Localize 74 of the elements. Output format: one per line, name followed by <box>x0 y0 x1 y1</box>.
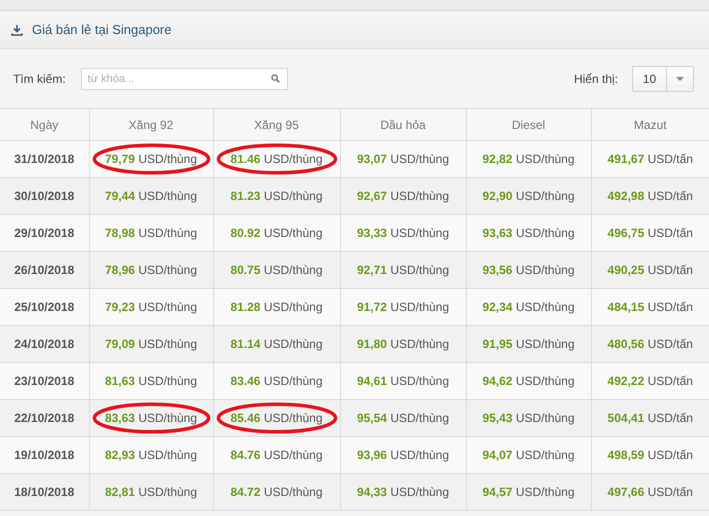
price-cell: 95,43 USD/thùng <box>482 411 575 425</box>
column-header[interactable]: Xăng 92 <box>89 109 213 140</box>
price-cell: 82,93 USD/thùng <box>104 448 198 462</box>
download-icon <box>11 24 23 36</box>
price-cell: 80.75 USD/thùng <box>230 263 323 277</box>
price-cell: 91,95 USD/thùng <box>482 337 575 351</box>
price-cell: 484,15 USD/tấn <box>608 300 693 314</box>
page-size-select[interactable]: 10 <box>632 66 694 92</box>
search-field[interactable]: từ khóa... <box>80 68 288 90</box>
date-cell: 19/10/2018 <box>0 436 89 474</box>
price-cell: 81.28 USD/thùng <box>230 300 323 314</box>
date-cell: 29/10/2018 <box>0 214 89 252</box>
column-header[interactable]: Ngày <box>0 109 89 140</box>
price-cell: 79,23 USD/thùng <box>104 300 198 314</box>
price-cell: 79,44 USD/thùng <box>104 189 198 203</box>
price-cell: 83,63 USD/thùng <box>104 411 198 425</box>
price-cell: 93,56 USD/thùng <box>482 263 575 277</box>
price-cell: 492,98 USD/tấn <box>608 189 693 203</box>
price-cell: 93,96 USD/thùng <box>356 448 450 462</box>
price-cell: 85.46 USD/thùng <box>230 411 323 425</box>
column-header[interactable]: Diesel <box>466 109 591 140</box>
price-cell: 93,07 USD/thùng <box>356 152 450 166</box>
price-cell: 84.76 USD/thùng <box>230 448 323 462</box>
date-cell: 26/10/2018 <box>0 252 89 288</box>
price-cell: 91,80 USD/thùng <box>356 337 450 351</box>
search-label: Tìm kiếm: <box>13 72 66 86</box>
price-cell: 84.72 USD/thùng <box>230 485 323 499</box>
column-header[interactable]: Mazut <box>591 109 709 140</box>
price-cell: 78,98 USD/thùng <box>104 226 198 240</box>
price-cell: 92,82 USD/thùng <box>482 152 575 166</box>
date-cell: 22/10/2018 <box>0 400 89 436</box>
price-cell: 81.46 USD/thùng <box>230 152 323 166</box>
price-cell: 496,75 USD/tấn <box>608 226 693 240</box>
column-header[interactable]: Dầu hỏa <box>340 109 466 140</box>
price-cell: 81,63 USD/thùng <box>104 374 198 388</box>
date-cell: 25/10/2018 <box>0 288 89 326</box>
column-header[interactable]: Xăng 95 <box>213 109 340 140</box>
price-cell: 81.23 USD/thùng <box>230 189 323 203</box>
price-cell: 92,34 USD/thùng <box>482 300 575 314</box>
price-cell: 480,56 USD/tấn <box>608 337 693 351</box>
price-cell: 79,09 USD/thùng <box>104 337 198 351</box>
price-cell: 94,57 USD/thùng <box>482 485 575 499</box>
price-cell: 94,07 USD/thùng <box>482 448 575 462</box>
price-cell: 492,22 USD/tấn <box>608 374 693 388</box>
price-cell: 92,71 USD/thùng <box>356 263 450 277</box>
price-cell: 91,72 USD/thùng <box>356 300 450 314</box>
caret-icon <box>676 76 684 80</box>
date-cell: 18/10/2018 <box>0 474 89 510</box>
price-cell: 491,67 USD/tấn <box>608 152 693 166</box>
price-cell: 497,66 USD/tấn <box>608 485 693 499</box>
date-cell: 31/10/2018 <box>0 140 89 178</box>
price-cell: 93,63 USD/thùng <box>482 226 575 240</box>
date-cell: 23/10/2018 <box>0 362 89 400</box>
price-cell: 92,67 USD/thùng <box>356 189 450 203</box>
price-cell: 94,61 USD/thùng <box>356 374 450 388</box>
price-cell: 504,41 USD/tấn <box>608 411 693 425</box>
price-cell: 80.92 USD/thùng <box>230 226 323 240</box>
price-cell: 490,25 USD/tấn <box>608 263 693 277</box>
price-cell: 82,81 USD/thùng <box>104 485 198 499</box>
price-cell: 92,90 USD/thùng <box>482 189 575 203</box>
price-cell: 81.14 USD/thùng <box>230 337 323 351</box>
date-cell: 30/10/2018 <box>0 178 89 214</box>
panel-title: Giá bán lẻ tại Singapore <box>32 22 172 37</box>
price-cell: 78,96 USD/thùng <box>104 263 198 277</box>
price-cell: 94,33 USD/thùng <box>356 485 450 499</box>
page-size-label: Hiển thị: <box>574 72 618 86</box>
price-cell: 93,33 USD/thùng <box>356 226 450 240</box>
date-cell: 24/10/2018 <box>0 326 89 362</box>
price-cell: 498,59 USD/tấn <box>608 448 693 462</box>
search-icon <box>270 74 280 82</box>
price-cell: 79,79 USD/thùng <box>104 152 198 166</box>
price-cell: 83.46 USD/thùng <box>230 374 323 388</box>
price-cell: 94,62 USD/thùng <box>482 374 575 388</box>
price-cell: 95,54 USD/thùng <box>356 411 450 425</box>
